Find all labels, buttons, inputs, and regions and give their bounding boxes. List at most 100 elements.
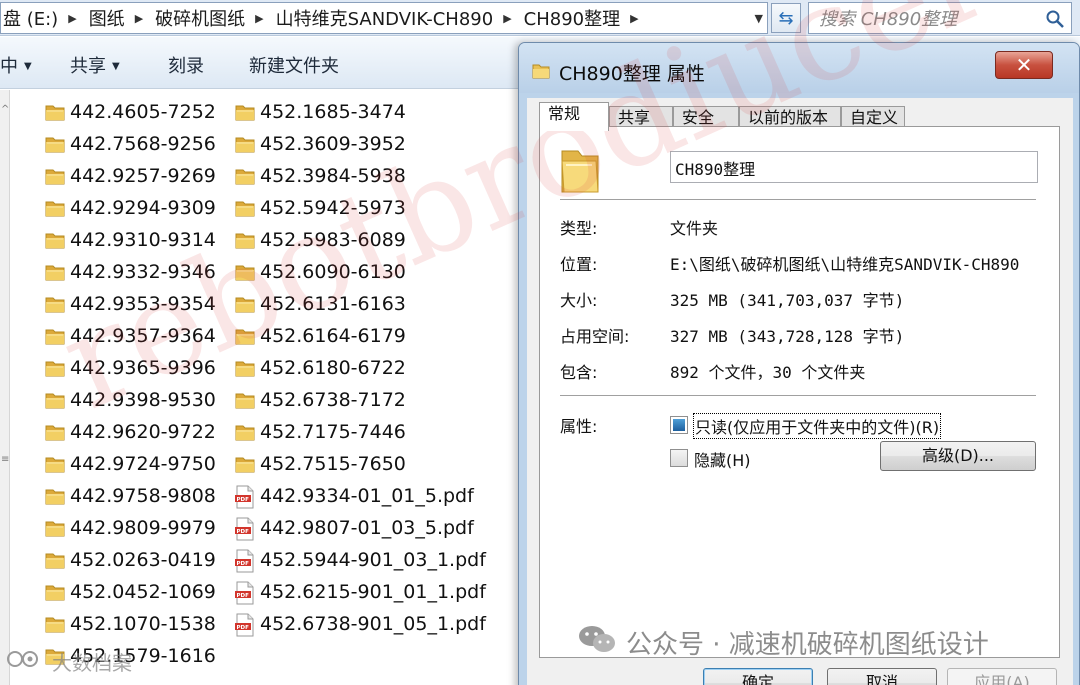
folder-icon (234, 229, 256, 251)
folder-item[interactable]: 452.1685-3474 (234, 96, 406, 128)
file-name: 442.9334-01_01_5.pdf (260, 485, 474, 507)
folder-item[interactable]: 452.6164-6179 (234, 320, 406, 352)
breadcrumb-separator-icon[interactable]: ▶ (622, 12, 648, 25)
folder-item[interactable]: 452.0263-0419 (44, 544, 216, 576)
folder-item[interactable]: 442.7568-9256 (44, 128, 216, 160)
pdf-file-item[interactable]: PDF 442.9807-01_03_5.pdf (234, 512, 474, 544)
folder-item[interactable]: 442.4605-7252 (44, 96, 216, 128)
file-name: 452.1685-3474 (260, 101, 406, 123)
folder-item[interactable]: 442.9809-9979 (44, 512, 216, 544)
search-icon[interactable] (1045, 9, 1065, 33)
size-value: 325 MB (341,703,037 字节) (670, 291, 905, 310)
folder-item[interactable]: 452.5942-5973 (234, 192, 406, 224)
share-menu[interactable]: 共享 ▼ (70, 52, 120, 78)
folder-item[interactable]: 452.3984-5938 (234, 160, 406, 192)
tab-general[interactable]: 常规 (539, 102, 609, 131)
folder-item[interactable]: 442.9398-9530 (44, 384, 216, 416)
file-name: 442.4605-7252 (70, 101, 216, 123)
breadcrumb-folder-drawings[interactable]: 图纸 (87, 5, 127, 31)
breadcrumb-separator-icon[interactable]: ▶ (495, 12, 521, 25)
folder-item[interactable]: 452.6131-6163 (234, 288, 406, 320)
watermark-logo-icon (6, 648, 46, 675)
dialog-title: CH890整理 属性 (559, 63, 705, 85)
search-box[interactable] (808, 2, 1072, 34)
folder-item[interactable]: 442.9357-9364 (44, 320, 216, 352)
folder-icon (44, 421, 66, 443)
address-bar[interactable]: 盘 (E:) ▶ 图纸 ▶ 破碎机图纸 ▶ 山特维克SANDVIK-CH890 … (0, 2, 768, 34)
breadcrumb-drive[interactable]: 盘 (E:) (1, 5, 60, 31)
folder-item[interactable]: 452.6090-6130 (234, 256, 406, 288)
breadcrumb-folder-crusher[interactable]: 破碎机图纸 (153, 5, 247, 31)
folder-icon (234, 421, 256, 443)
folder-item[interactable]: 452.0452-1069 (44, 576, 216, 608)
refresh-button[interactable]: ⇆ (771, 3, 801, 33)
file-name: 442.9365-9396 (70, 357, 216, 379)
close-button[interactable]: ✕ (995, 51, 1053, 79)
readonly-checkbox[interactable] (670, 416, 688, 434)
folder-item[interactable]: 442.9310-9314 (44, 224, 216, 256)
file-name: 452.6164-6179 (260, 325, 406, 347)
folder-item[interactable]: 452.3609-3952 (234, 128, 406, 160)
folder-item[interactable]: 442.9332-9346 (44, 256, 216, 288)
breadcrumb-separator-icon[interactable]: ▶ (127, 12, 153, 25)
folder-icon (44, 325, 66, 347)
folder-item[interactable]: 442.9620-9722 (44, 416, 216, 448)
refresh-icon: ⇆ (778, 7, 794, 29)
ok-button[interactable]: 确定 (703, 668, 813, 685)
folder-item[interactable]: 452.6180-6722 (234, 352, 406, 384)
folder-item[interactable]: 442.9758-9808 (44, 480, 216, 512)
burn-button[interactable]: 刻录 (168, 52, 204, 78)
folder-item[interactable]: 452.1070-1538 (44, 608, 216, 640)
file-name: 442.9620-9722 (70, 421, 216, 443)
folder-icon (531, 61, 551, 85)
svg-text:PDF: PDF (237, 593, 250, 599)
folder-icon (44, 485, 66, 507)
contains-label: 包含: (560, 363, 598, 382)
breadcrumb-separator-icon[interactable]: ▶ (60, 12, 86, 25)
new-folder-button[interactable]: 新建文件夹 (249, 52, 339, 78)
folder-item[interactable]: 442.9353-9354 (44, 288, 216, 320)
cancel-button[interactable]: 取消 (827, 668, 937, 685)
pdf-file-item[interactable]: PDF 452.5944-901_03_1.pdf (234, 544, 486, 576)
hidden-checkbox[interactable] (670, 449, 688, 467)
folder-item[interactable]: 452.6738-7172 (234, 384, 406, 416)
scroll-mark-icon: ^ (1, 104, 10, 115)
chevron-down-icon[interactable]: ▼ (755, 12, 763, 25)
pdf-file-item[interactable]: PDF 452.6738-901_05_1.pdf (234, 608, 486, 640)
folder-item[interactable]: 452.5983-6089 (234, 224, 406, 256)
breadcrumb-separator-icon[interactable]: ▶ (247, 12, 273, 25)
caret-down-icon: ▼ (112, 61, 120, 72)
breadcrumb-folder-sandvik[interactable]: 山特维克SANDVIK-CH890 (274, 5, 496, 31)
folder-item[interactable]: 452.7515-7650 (234, 448, 406, 480)
file-name: 452.6215-901_01_1.pdf (260, 581, 486, 603)
folder-icon (44, 293, 66, 315)
dialog-title-bar[interactable]: CH890整理 属性 ✕ (519, 43, 1079, 93)
file-name: 452.7515-7650 (260, 453, 406, 475)
folder-icon (234, 165, 256, 187)
folder-icon (44, 453, 66, 475)
hidden-label[interactable]: 隐藏(H) (694, 447, 751, 471)
folder-item[interactable]: 452.7175-7446 (234, 416, 406, 448)
folder-item[interactable]: 442.9724-9750 (44, 448, 216, 480)
pdf-icon: PDF (234, 613, 256, 637)
search-input[interactable] (819, 8, 1039, 30)
file-name: 442.9257-9269 (70, 165, 216, 187)
folder-icon (44, 389, 66, 411)
svg-text:PDF: PDF (237, 625, 250, 631)
folder-item[interactable]: 442.9294-9309 (44, 192, 216, 224)
folder-icon (44, 229, 66, 251)
apply-button[interactable]: 应用(A) (947, 668, 1057, 685)
organize-menu[interactable]: 中 ▼ (0, 52, 32, 78)
readonly-label[interactable]: 只读(仅应用于文件夹中的文件)(R) (692, 413, 942, 439)
type-value: 文件夹 (670, 219, 719, 238)
address-row: 盘 (E:) ▶ 图纸 ▶ 破碎机图纸 ▶ 山特维克SANDVIK-CH890 … (0, 0, 1080, 36)
folder-item[interactable]: 442.9365-9396 (44, 352, 216, 384)
general-tab-page: CH890整理 类型: 文件夹 位置: E:\图纸\破碎机图纸\山特维克SAND… (539, 126, 1060, 658)
advanced-button[interactable]: 高级(D)... (880, 441, 1036, 471)
pdf-file-item[interactable]: PDF 452.6215-901_01_1.pdf (234, 576, 486, 608)
pdf-file-item[interactable]: PDF 442.9334-01_01_5.pdf (234, 480, 474, 512)
breadcrumb-folder-current[interactable]: CH890整理 (522, 5, 622, 31)
folder-name-field[interactable]: CH890整理 (670, 151, 1038, 183)
folder-icon (44, 133, 66, 155)
folder-item[interactable]: 442.9257-9269 (44, 160, 216, 192)
